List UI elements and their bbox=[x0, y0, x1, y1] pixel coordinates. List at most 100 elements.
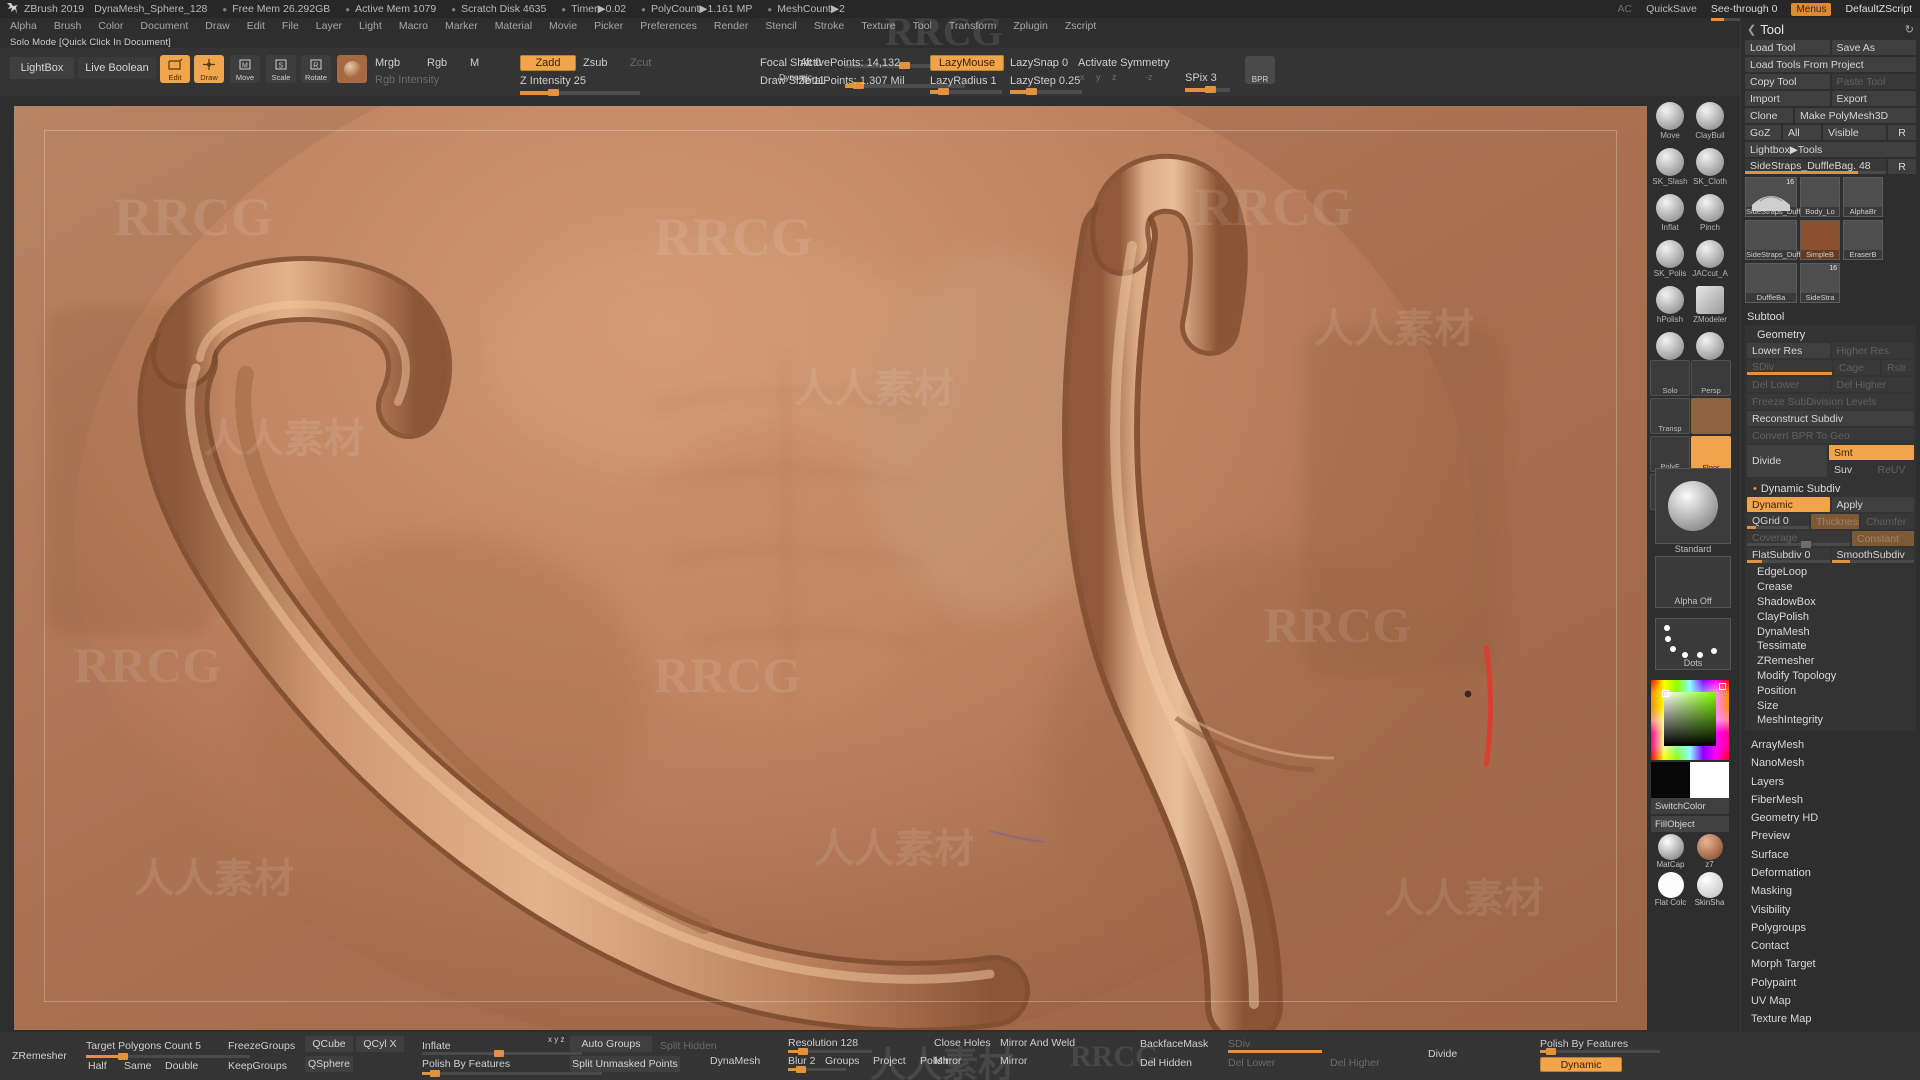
goz-button[interactable]: GoZ bbox=[1745, 125, 1781, 140]
qgrid-slider[interactable]: QGrid 0 bbox=[1747, 514, 1809, 529]
groups-button[interactable]: Groups bbox=[825, 1055, 859, 1067]
smt-toggle[interactable]: Smt bbox=[1829, 445, 1914, 460]
load-tools-from-project-button[interactable]: Load Tools From Project bbox=[1745, 57, 1916, 72]
solo-toggle[interactable]: Solo bbox=[1650, 360, 1690, 396]
save-as-button[interactable]: Save As bbox=[1831, 40, 1916, 55]
make-polymesh3d-button[interactable]: Make PolyMesh3D bbox=[1795, 108, 1916, 123]
zcut-button[interactable]: Zcut bbox=[630, 57, 651, 69]
crease-menu-item[interactable]: Crease bbox=[1751, 580, 1910, 595]
shadowbox-menu-item[interactable]: ShadowBox bbox=[1751, 595, 1910, 610]
fill-object-button[interactable]: FillObject bbox=[1651, 816, 1729, 832]
divide-button[interactable]: Divide bbox=[1747, 445, 1827, 477]
primary-color-swatch[interactable] bbox=[1651, 762, 1690, 798]
brush-item[interactable]: hPolish bbox=[1650, 284, 1690, 330]
brush-item[interactable]: ZModeler bbox=[1690, 284, 1730, 330]
tool-thumbnail[interactable]: 16 SideStraps_Duff bbox=[1745, 177, 1800, 217]
menu-edit[interactable]: Edit bbox=[247, 20, 265, 32]
flat-color-material[interactable]: Flat Colc bbox=[1651, 872, 1690, 910]
brush-item[interactable]: JACcut_A bbox=[1690, 238, 1730, 284]
menu-alpha[interactable]: Alpha bbox=[10, 20, 37, 32]
uv-map-menu-item[interactable]: UV Map bbox=[1745, 992, 1916, 1010]
visibility-menu-item[interactable]: Visibility bbox=[1745, 900, 1916, 918]
fibermesh-menu-item[interactable]: FiberMesh bbox=[1745, 791, 1916, 809]
menu-stencil[interactable]: Stencil bbox=[765, 20, 797, 32]
zsub-button[interactable]: Zsub bbox=[583, 57, 607, 69]
color-swatches[interactable] bbox=[1651, 762, 1729, 798]
xyz-toggles[interactable]: x y z bbox=[548, 1035, 564, 1044]
zremesher-menu-item[interactable]: ZRemesher bbox=[1751, 654, 1910, 669]
spix-track[interactable] bbox=[1185, 86, 1230, 93]
refresh-icon[interactable]: ↻ bbox=[1905, 23, 1914, 36]
sdiv-slider[interactable]: SDiv bbox=[1747, 360, 1832, 375]
polish-by-features-track[interactable] bbox=[422, 1070, 602, 1077]
menu-stroke[interactable]: Stroke bbox=[814, 20, 844, 32]
menu-macro[interactable]: Macro bbox=[399, 20, 428, 32]
brush-item[interactable]: Pinch bbox=[1690, 192, 1730, 238]
qsphere-button[interactable]: QSphere bbox=[305, 1056, 353, 1072]
lazy-snap-slider[interactable]: LazySnap 0 bbox=[1010, 57, 1068, 69]
edgeloop-menu-item[interactable]: EdgeLoop bbox=[1751, 565, 1910, 580]
m-button[interactable]: M bbox=[470, 57, 479, 69]
menu-texture[interactable]: Texture bbox=[861, 20, 895, 32]
goz-all-button[interactable]: All bbox=[1783, 125, 1821, 140]
tool-thumbnail[interactable]: EraserB bbox=[1843, 220, 1883, 260]
mirror-button[interactable]: Mirror bbox=[934, 1055, 961, 1067]
goz-visible-button[interactable]: Visible bbox=[1823, 125, 1886, 140]
current-tool-r-button[interactable]: R bbox=[1888, 159, 1916, 174]
auto-groups-button[interactable]: Auto Groups bbox=[570, 1036, 652, 1052]
clone-button[interactable]: Clone bbox=[1745, 108, 1793, 123]
menu-document[interactable]: Document bbox=[140, 20, 188, 32]
dynamic-bottom-button[interactable]: Dynamic bbox=[1540, 1057, 1622, 1072]
copy-tool-button[interactable]: Copy Tool bbox=[1745, 74, 1830, 89]
texture-map-menu-item[interactable]: Texture Map bbox=[1745, 1010, 1916, 1028]
skinshade-material[interactable]: SkinSha bbox=[1690, 872, 1729, 910]
subtool-section[interactable]: Subtool bbox=[1741, 309, 1920, 325]
lazy-step-track[interactable] bbox=[1010, 88, 1082, 95]
tessimate-menu-item[interactable]: Tessimate bbox=[1751, 639, 1910, 654]
load-tool-button[interactable]: Load Tool bbox=[1745, 40, 1830, 55]
polypaint-menu-item[interactable]: Polypaint bbox=[1745, 974, 1916, 992]
geometry-hd-menu-item[interactable]: Geometry HD bbox=[1745, 809, 1916, 827]
contact-menu-item[interactable]: Contact bbox=[1745, 937, 1916, 955]
masking-menu-item[interactable]: Masking bbox=[1745, 882, 1916, 900]
project-button[interactable]: Project bbox=[873, 1055, 906, 1067]
rgb-button[interactable]: Rgb bbox=[427, 57, 447, 69]
persp-toggle[interactable]: Persp bbox=[1691, 360, 1731, 396]
scale-mode-button[interactable]: S Scale bbox=[266, 55, 296, 83]
floor-toggle[interactable]: Floor bbox=[1691, 436, 1731, 472]
material-preview-button[interactable] bbox=[337, 55, 367, 83]
menu-picker[interactable]: Picker bbox=[594, 20, 623, 32]
current-tool-slider[interactable]: SideStraps_DuffleBag. 48 bbox=[1745, 159, 1886, 174]
menu-transform[interactable]: Transform bbox=[949, 20, 996, 32]
lightbox-tools-button[interactable]: Lightbox▶Tools bbox=[1745, 142, 1916, 157]
symmetry-y-toggle[interactable]: y bbox=[1096, 72, 1101, 82]
ac-button[interactable]: AC bbox=[1618, 3, 1633, 15]
half-button[interactable]: Half bbox=[88, 1060, 107, 1072]
meshintegrity-menu-item[interactable]: MeshIntegrity bbox=[1751, 713, 1910, 728]
symmetry-x-toggle[interactable]: x bbox=[1080, 72, 1085, 82]
surface-menu-item[interactable]: Surface bbox=[1745, 846, 1916, 864]
arraymesh-menu-item[interactable]: ArrayMesh bbox=[1745, 736, 1916, 754]
qcube-button[interactable]: QCube bbox=[305, 1036, 353, 1052]
double-button[interactable]: Double bbox=[165, 1060, 198, 1072]
apply-button[interactable]: Apply bbox=[1831, 497, 1914, 512]
quicksave-button[interactable]: QuickSave bbox=[1646, 3, 1697, 15]
geometry-header[interactable]: Geometry bbox=[1747, 327, 1914, 343]
lightbox-button[interactable]: LightBox bbox=[10, 57, 74, 79]
modify-topology-menu-item[interactable]: Modify Topology bbox=[1751, 669, 1910, 684]
divide-bottom-button[interactable]: Divide bbox=[1428, 1048, 1457, 1060]
claypolish-menu-item[interactable]: ClayPolish bbox=[1751, 609, 1910, 624]
lazy-mouse-button[interactable]: LazyMouse bbox=[930, 55, 1004, 71]
menu-zscript[interactable]: Zscript bbox=[1065, 20, 1097, 32]
brush-item[interactable]: SK_Polis bbox=[1650, 238, 1690, 284]
deformation-menu-item[interactable]: Deformation bbox=[1745, 864, 1916, 882]
rotate-mode-button[interactable]: R Rotate bbox=[301, 55, 331, 83]
tool-thumbnail[interactable]: Body_Lo bbox=[1800, 177, 1840, 217]
viewport-canvas[interactable]: RRCG RRCG RRCG 人人素材 人人素材 人人素材 RRCG RRCG … bbox=[14, 106, 1647, 1030]
transp-toggle[interactable]: Transp bbox=[1650, 398, 1690, 434]
preview-menu-item[interactable]: Preview bbox=[1745, 827, 1916, 845]
menu-tool[interactable]: Tool bbox=[913, 20, 932, 32]
edit-mode-button[interactable]: Edit bbox=[160, 55, 190, 83]
menu-preferences[interactable]: Preferences bbox=[640, 20, 697, 32]
menu-marker[interactable]: Marker bbox=[445, 20, 478, 32]
